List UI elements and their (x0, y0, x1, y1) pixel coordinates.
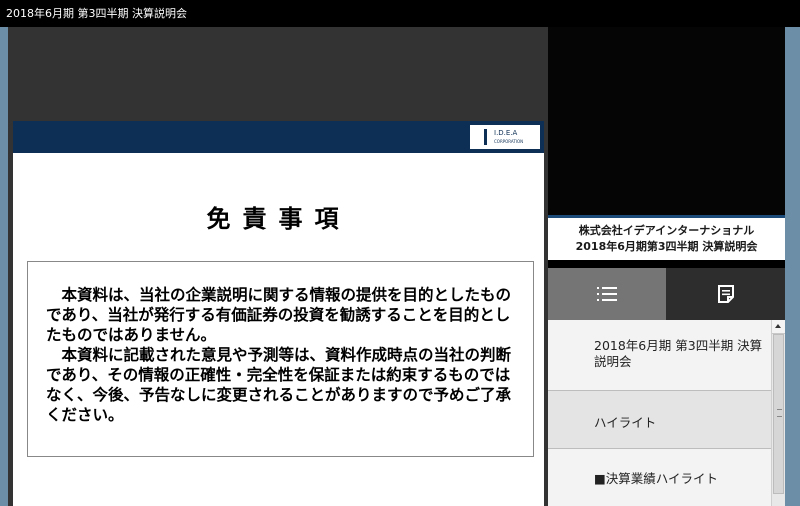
logo-subtext: CORPORATION (494, 139, 524, 144)
list-item[interactable]: 2018年6月期 第3四半期 決算説明会 (548, 320, 771, 391)
tab-documents[interactable] (666, 268, 785, 320)
caption-event: 2018年6月期第3四半期 決算説明会 (575, 240, 758, 253)
right-frame (785, 27, 800, 506)
slide-header-bar: I.D.E.A CORPORATION (13, 121, 544, 153)
slide-viewer: I.D.E.A CORPORATION 免責事項 本資料は、当社の企業説明に関す… (8, 27, 548, 506)
company-logo: I.D.E.A CORPORATION (470, 125, 540, 149)
disclaimer-box: 本資料は、当社の企業説明に関する情報の提供を目的としたものであり、当社が発行する… (27, 261, 534, 457)
left-frame (0, 27, 8, 506)
slide-title: 免責事項 (206, 204, 351, 233)
logo-mark-icon (484, 129, 487, 145)
disclaimer-paragraph: 本資料は、当社の企業説明に関する情報の提供を目的としたものであり、当社が発行する… (46, 286, 512, 344)
list-item[interactable]: ■決算業績ハイライト (548, 449, 771, 506)
caption-company: 株式会社イデアインターナショナル (578, 224, 755, 237)
document-icon (717, 285, 734, 303)
video-caption-banner: 株式会社イデアインターナショナル 2018年6月期第3四半期 決算説明会 (548, 215, 785, 260)
panel-tabs (548, 268, 785, 320)
list-icon (597, 287, 617, 301)
list-item[interactable]: ハイライト (548, 391, 771, 449)
scroll-up-arrow-icon[interactable] (772, 320, 785, 334)
logo-text: I.D.E.A (494, 129, 518, 137)
video-player[interactable] (548, 27, 785, 215)
scrollbar-grip-icon (777, 409, 782, 417)
list-item-label: 2018年6月期 第3四半期 決算説明会 (594, 338, 763, 369)
scrollbar-thumb[interactable] (773, 334, 784, 494)
window-title-bar: 2018年6月期 第3四半期 決算説明会 (0, 0, 800, 27)
tab-chapters[interactable] (548, 268, 666, 320)
list-item-label: ハイライト (594, 415, 657, 430)
chapter-list: 2018年6月期 第3四半期 決算説明会 ハイライト ■決算業績ハイライト (548, 320, 771, 506)
window-title: 2018年6月期 第3四半期 決算説明会 (6, 7, 187, 20)
slide: I.D.E.A CORPORATION 免責事項 本資料は、当社の企業説明に関す… (13, 121, 544, 506)
chapter-list-scrollbar[interactable] (771, 320, 785, 506)
disclaimer-paragraph: 本資料に記載された意見や予測等は、資料作成時点の当社の判断であり、その情報の正確… (46, 346, 512, 424)
list-item-label: ■決算業績ハイライト (594, 471, 719, 486)
